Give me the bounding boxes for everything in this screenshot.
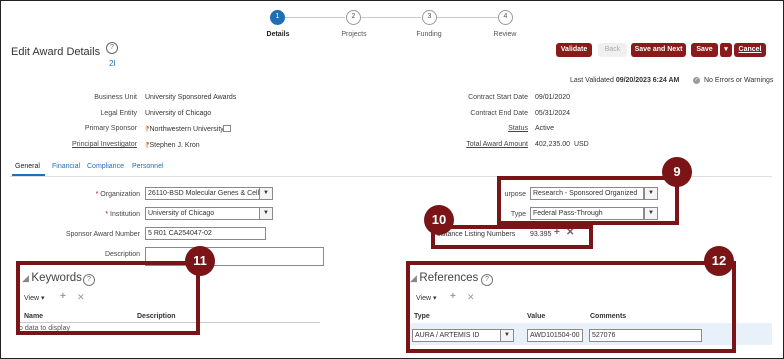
total-award-amount-label: Total Award Amount bbox=[466, 141, 528, 148]
description-label: Description bbox=[104, 251, 140, 258]
callout-box-10 bbox=[431, 225, 593, 249]
principal-investigator-text: Stephen J. Kron bbox=[149, 142, 200, 149]
callout-badge-12: 12 bbox=[704, 246, 734, 276]
no-errors-text: No Errors or Warnings bbox=[704, 77, 774, 84]
primary-sponsor-value: ⁋Northwestern University bbox=[145, 125, 224, 133]
business-unit-value: University Sponsored Awards bbox=[145, 94, 237, 101]
primary-sponsor-label: Primary Sponsor bbox=[84, 125, 137, 132]
callout-box-9 bbox=[497, 176, 679, 225]
last-validated-value: 09/20/2023 6:24 AM bbox=[615, 77, 680, 84]
organization-label: * Organization bbox=[95, 191, 140, 198]
contract-end-label: Contract End Date bbox=[470, 110, 528, 117]
help-icon[interactable]: ? bbox=[106, 42, 118, 54]
organization-select[interactable]: 26110-BSD Molecular Genes & Cell bbox=[145, 187, 260, 200]
callout-badge-9: 9 bbox=[662, 157, 692, 187]
save-menu-chevron-icon[interactable]: ▾ bbox=[719, 43, 732, 57]
sponsor-award-number-field[interactable]: 5 R01 CA254047-02 bbox=[145, 227, 266, 240]
train-connector bbox=[437, 17, 498, 18]
institution-label: * Institution bbox=[105, 211, 140, 218]
organization-label-text: Organization bbox=[100, 191, 140, 198]
tab-personnel[interactable]: Personnel bbox=[132, 163, 164, 170]
contract-start-label: Contract Start Date bbox=[468, 94, 528, 101]
currency-text: USD bbox=[573, 141, 589, 148]
callout-badge-11: 11 bbox=[185, 246, 215, 276]
save-button[interactable]: Save bbox=[691, 43, 718, 57]
principal-investigator-label: Principal Investigator bbox=[72, 141, 137, 148]
chevron-down-icon[interactable]: ▼ bbox=[259, 207, 273, 220]
train-label-funding: Funding bbox=[416, 31, 442, 38]
sponsor-award-number-label: Sponsor Award Number bbox=[65, 231, 140, 238]
validate-button[interactable]: Validate bbox=[556, 43, 592, 57]
business-unit-label: Business Unit bbox=[94, 94, 137, 101]
principal-investigator-value: ⁋Stephen J. Kron bbox=[145, 141, 200, 149]
page-title: Edit Award Details bbox=[11, 46, 101, 58]
last-validated-label: Last Validated bbox=[570, 77, 614, 84]
legal-entity-value: University of Chicago bbox=[145, 110, 212, 117]
train-label-review: Review bbox=[493, 31, 517, 38]
chevron-down-icon[interactable]: ▼ bbox=[259, 187, 273, 200]
back-button[interactable]: Back bbox=[598, 43, 627, 57]
train-stop-projects[interactable]: 2 bbox=[346, 10, 361, 25]
contact-card-icon[interactable] bbox=[223, 125, 231, 132]
institution-label-text: Institution bbox=[110, 211, 140, 218]
tab-financial[interactable]: Financial bbox=[52, 163, 80, 170]
status-label: Status bbox=[508, 125, 528, 132]
train-stop-funding[interactable]: 3 bbox=[422, 10, 437, 25]
train-label-details: Details bbox=[266, 31, 290, 38]
callout-box-12 bbox=[406, 261, 736, 353]
status-value: Active bbox=[535, 125, 555, 132]
train-connector bbox=[361, 17, 421, 18]
tab-compliance[interactable]: Compliance bbox=[87, 163, 124, 170]
contract-end-value: 05/31/2024 bbox=[535, 110, 571, 117]
legal-entity-label: Legal Entity bbox=[100, 110, 137, 117]
cancel-label: Cancel bbox=[738, 46, 762, 53]
callout-badge-10: 10 bbox=[424, 205, 454, 235]
institution-select[interactable]: University of Chicago bbox=[145, 207, 260, 220]
train-label-projects: Projects bbox=[341, 31, 367, 38]
award-number-link[interactable]: 2I bbox=[109, 59, 116, 68]
callout-box-11 bbox=[16, 261, 200, 335]
tab-general[interactable]: General bbox=[15, 163, 40, 170]
total-award-amount-value: 402,235.00 USD bbox=[535, 141, 589, 148]
save-and-next-button[interactable]: Save and Next bbox=[631, 43, 686, 57]
contract-start-value: 09/01/2020 bbox=[535, 94, 571, 101]
train-stop-details[interactable]: 1 bbox=[270, 10, 285, 25]
primary-sponsor-text: Northwestern University bbox=[149, 126, 224, 133]
cancel-button[interactable]: Cancel bbox=[734, 43, 766, 57]
train-stop-review[interactable]: 4 bbox=[498, 10, 513, 25]
last-validated: Last Validated 09/20/2023 6:24 AM bbox=[570, 77, 679, 84]
status-check-icon: ✓ bbox=[693, 77, 700, 84]
total-amount-text: 402,235.00 bbox=[535, 141, 571, 148]
train-connector bbox=[285, 17, 345, 18]
